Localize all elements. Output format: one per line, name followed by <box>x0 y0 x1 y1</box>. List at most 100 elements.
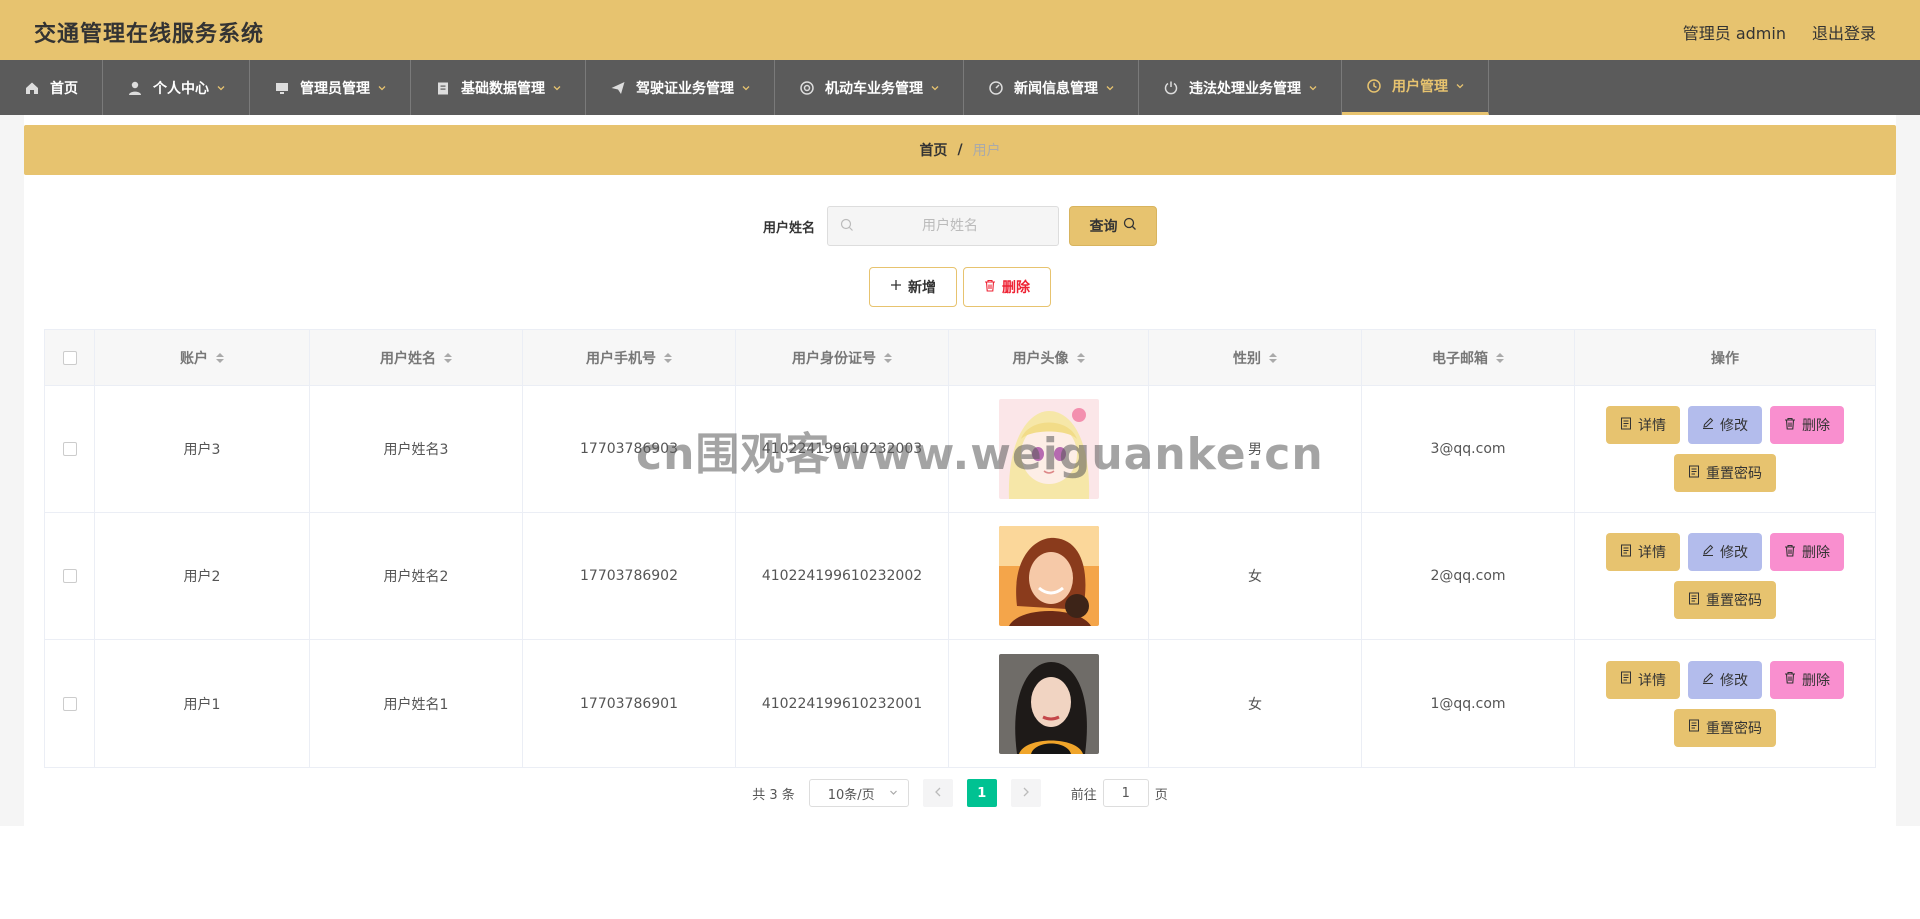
search-form: 用户姓名 查询 <box>24 206 1896 246</box>
edit-button[interactable]: 修改 <box>1688 533 1762 571</box>
edit-label: 修改 <box>1720 418 1748 434</box>
row-checkbox[interactable] <box>62 569 77 583</box>
document-icon <box>1688 465 1700 482</box>
cell-phone: 17703786903 <box>523 386 736 512</box>
user-table: 账户 用户姓名 用户手机号 用户身份证号 用户头像 性别 电子邮箱 操作 用户3… <box>44 329 1876 768</box>
cell-avatar <box>949 640 1149 767</box>
edit-button[interactable]: 修改 <box>1688 406 1762 444</box>
select-all-checkbox[interactable] <box>62 350 77 365</box>
avatar-anime-icon[interactable] <box>998 399 1099 499</box>
page-jump-input[interactable] <box>1102 779 1149 807</box>
nav-item-news[interactable]: 新闻信息管理 <box>964 60 1139 115</box>
nav-item-basic-data[interactable]: 基础数据管理 <box>411 60 586 115</box>
avatar-woman-orange-icon[interactable] <box>998 526 1099 626</box>
cell-id-card: 410224199610232001 <box>736 640 949 767</box>
nav-item-admin-management[interactable]: 管理员管理 <box>250 60 411 115</box>
cell-account: 用户2 <box>95 513 310 639</box>
chevron-down-icon <box>1106 84 1114 92</box>
table-header: 账户 用户姓名 用户手机号 用户身份证号 用户头像 性别 电子邮箱 操作 <box>45 330 1875 386</box>
column-header-account[interactable]: 账户 <box>95 330 310 385</box>
page-jump-suffix: 页 <box>1154 787 1168 803</box>
pencil-icon <box>1702 672 1714 688</box>
reset-password-button[interactable]: 重置密码 <box>1674 708 1776 747</box>
table-row: 用户1 用户姓名1 17703786901 410224199610232001… <box>45 640 1875 767</box>
column-header-gender[interactable]: 性别 <box>1149 330 1362 385</box>
detail-label: 详情 <box>1638 418 1666 434</box>
document-icon <box>1688 719 1700 736</box>
cell-account: 用户1 <box>95 640 310 767</box>
nav-item-driver-license[interactable]: 驾驶证业务管理 <box>586 60 775 115</box>
sort-icon <box>1269 352 1277 363</box>
nav-label: 新闻信息管理 <box>1014 80 1098 97</box>
page-number-current[interactable]: 1 <box>966 779 997 807</box>
detail-button[interactable]: 详情 <box>1606 406 1680 444</box>
column-header-label: 用户头像 <box>1012 350 1069 367</box>
nav-item-violation[interactable]: 违法处理业务管理 <box>1139 60 1342 115</box>
column-header-email[interactable]: 电子邮箱 <box>1362 330 1575 385</box>
column-header-avatar[interactable]: 用户头像 <box>949 330 1149 385</box>
row-operations: 详情 修改 删除 重置密码 <box>1595 533 1855 619</box>
row-select-cell <box>45 640 95 767</box>
background-gutter-left <box>0 115 24 826</box>
cell-operations: 详情 修改 删除 重置密码 <box>1575 386 1875 512</box>
column-header-label: 账户 <box>180 350 208 367</box>
sort-icon <box>1076 352 1085 363</box>
row-checkbox[interactable] <box>62 442 77 456</box>
chevron-down-icon <box>378 84 386 92</box>
edit-label: 修改 <box>1720 672 1748 689</box>
breadcrumb-separator: / <box>957 142 963 158</box>
nav-item-vehicle[interactable]: 机动车业务管理 <box>775 60 964 115</box>
add-button-label: 新增 <box>908 280 936 296</box>
column-header-label: 电子邮箱 <box>1432 350 1488 367</box>
page-jump: 前往 页 <box>1071 779 1168 807</box>
reset-password-label: 重置密码 <box>1706 720 1762 737</box>
background-gutter-right <box>1896 115 1920 826</box>
delete-button[interactable]: 删除 <box>1770 533 1844 571</box>
column-header-phone[interactable]: 用户手机号 <box>523 330 736 385</box>
nav-label: 基础数据管理 <box>461 80 545 97</box>
nav-item-user-management[interactable]: 用户管理 <box>1342 60 1489 115</box>
cell-operations: 详情 修改 删除 重置密码 <box>1575 513 1875 639</box>
nav-item-home[interactable]: 首页 <box>0 60 103 115</box>
cell-email: 1@qq.com <box>1362 640 1575 767</box>
admin-user-link[interactable]: 管理员 admin <box>1683 20 1786 44</box>
sort-icon <box>884 352 892 363</box>
prev-page-button[interactable] <box>922 779 953 807</box>
next-page-button[interactable] <box>1010 779 1041 807</box>
delete-label: 删除 <box>1802 545 1830 561</box>
nav-label: 用户管理 <box>1392 79 1448 95</box>
nav-item-personal-center[interactable]: 个人中心 <box>103 60 250 115</box>
nav-label: 驾驶证业务管理 <box>636 80 734 97</box>
document-icon <box>1688 592 1700 609</box>
cell-phone: 17703786901 <box>523 640 736 767</box>
column-header-name[interactable]: 用户姓名 <box>310 330 523 385</box>
delete-button[interactable]: 删除 <box>1770 660 1844 699</box>
page-jump-prefix: 前往 <box>1070 787 1097 803</box>
delete-button[interactable]: 删除 <box>1770 406 1844 444</box>
sort-icon <box>664 352 672 363</box>
sort-icon <box>216 352 224 363</box>
avatar-woman-dark-icon[interactable] <box>998 653 1099 754</box>
page-size-select[interactable]: 10条/页 <box>808 779 909 807</box>
search-input[interactable] <box>854 207 1046 245</box>
reset-password-button[interactable]: 重置密码 <box>1674 581 1776 619</box>
column-header-id-card[interactable]: 用户身份证号 <box>736 330 949 385</box>
sort-icon <box>1496 352 1504 363</box>
detail-button[interactable]: 详情 <box>1606 660 1680 699</box>
top-header: 交通管理在线服务系统 管理员 admin 退出登录 <box>0 0 1920 60</box>
breadcrumb-home[interactable]: 首页 <box>919 140 947 160</box>
reset-password-button[interactable]: 重置密码 <box>1674 454 1776 492</box>
logout-link[interactable]: 退出登录 <box>1812 20 1876 44</box>
document-icon <box>1620 417 1632 434</box>
cell-gender: 女 <box>1149 640 1362 767</box>
query-button[interactable]: 查询 <box>1069 206 1157 246</box>
chevron-down-icon <box>889 786 898 801</box>
row-checkbox[interactable] <box>62 696 77 711</box>
batch-delete-button[interactable]: 删除 <box>963 267 1051 307</box>
edit-button[interactable]: 修改 <box>1688 660 1762 699</box>
add-button[interactable]: 新增 <box>869 267 957 307</box>
cell-gender: 女 <box>1149 513 1362 639</box>
wheel-icon <box>799 80 815 96</box>
user-icon <box>127 80 143 96</box>
detail-button[interactable]: 详情 <box>1606 533 1680 571</box>
